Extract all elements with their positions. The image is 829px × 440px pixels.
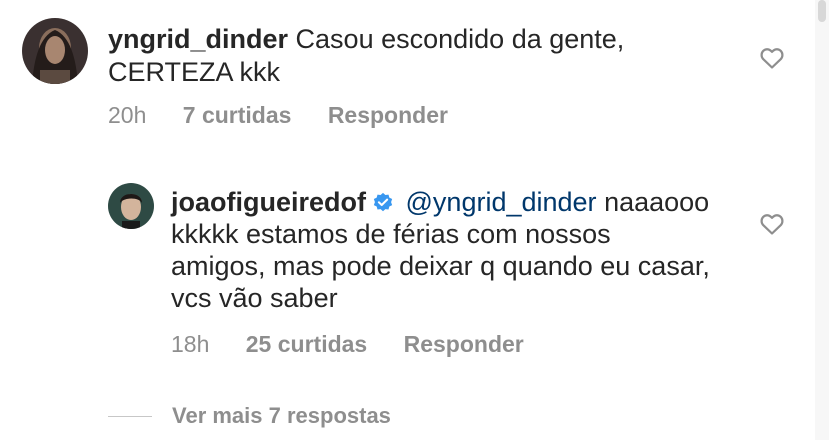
scrollbar[interactable] [815, 0, 829, 440]
reply-avatar[interactable] [108, 183, 154, 229]
reply-mention[interactable]: @yngrid_dinder [406, 187, 597, 217]
view-more-replies[interactable]: Ver mais 7 respostas [108, 403, 391, 429]
heart-outline-icon[interactable] [760, 47, 784, 69]
reply-likes[interactable]: 25 curtidas [246, 331, 367, 357]
reply-username[interactable]: joaofigueiredof [171, 187, 366, 217]
comment-body: yngrid_dinder Casou escondido da gente, … [108, 23, 728, 89]
reply-body: joaofigueiredof @yngrid_dinder naaaooo k… [171, 186, 711, 314]
comment-time[interactable]: 20h [108, 102, 146, 128]
heart-outline-icon[interactable] [760, 213, 784, 235]
reply-reply-button[interactable]: Responder [404, 331, 524, 357]
view-more-label[interactable]: Ver mais 7 respostas [172, 403, 391, 429]
comment-reply-button[interactable]: Responder [328, 102, 448, 128]
reply-meta: 18h 25 curtidas Responder [171, 331, 554, 358]
scrollbar-thumb[interactable] [818, 0, 826, 22]
verified-badge-icon [373, 192, 393, 212]
avatar[interactable] [22, 18, 88, 84]
avatar-image [22, 18, 88, 84]
comment-username[interactable]: yngrid_dinder [108, 24, 288, 54]
comment-meta: 20h 7 curtidas Responder [108, 102, 478, 129]
reply-avatar-image [108, 183, 154, 229]
reply-time[interactable]: 18h [171, 331, 209, 357]
comment-likes[interactable]: 7 curtidas [183, 102, 292, 128]
divider-line [108, 415, 152, 417]
